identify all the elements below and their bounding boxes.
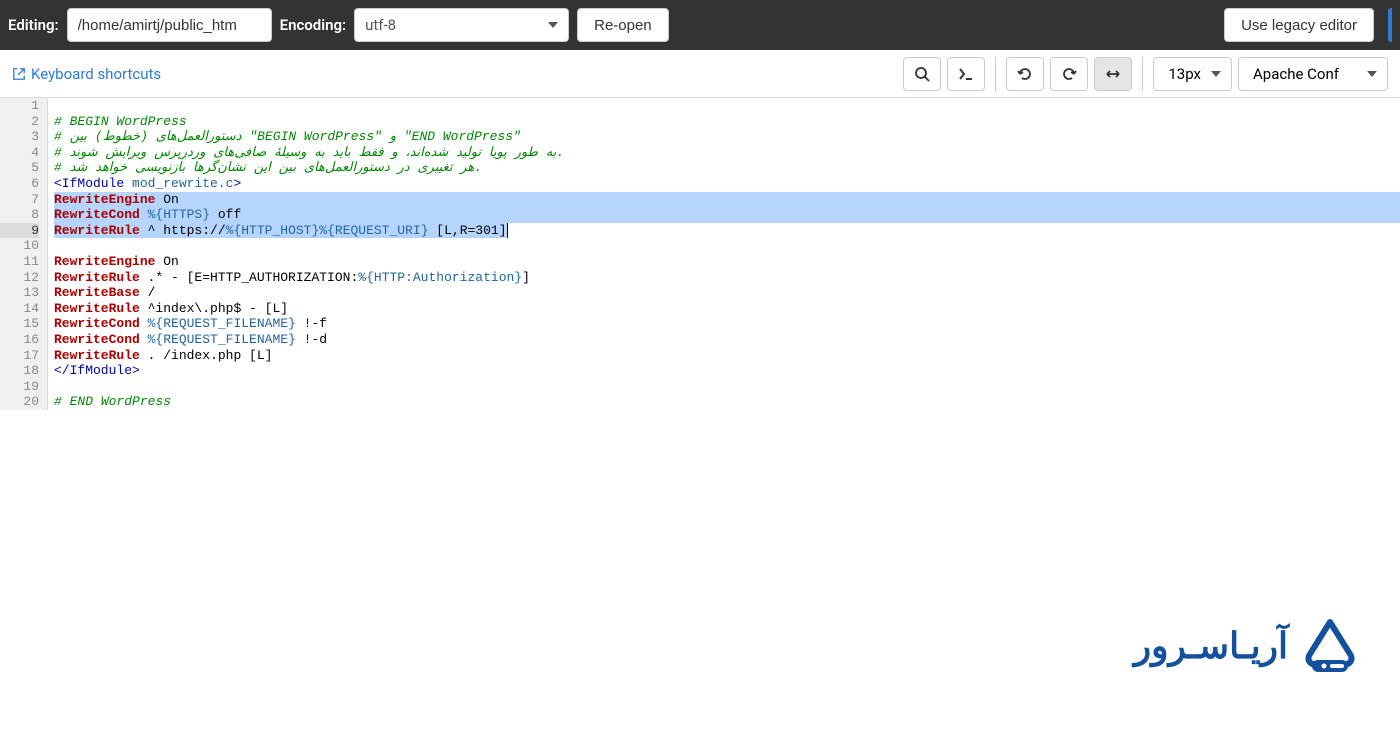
gutter-line-number: 15 (0, 316, 39, 332)
code-line[interactable]: # به طور پویا تولید شده‌اند، و فقط باید … (54, 145, 1400, 161)
text-cursor (507, 223, 508, 238)
gutter-line-number: 5 (0, 160, 39, 176)
arrows-horizontal-icon (1105, 66, 1121, 82)
chevron-down-icon (1211, 71, 1221, 77)
top-bar: Editing: Encoding: utf-8 Re-open Use leg… (0, 0, 1400, 50)
search-icon (914, 66, 930, 82)
code-line[interactable]: RewriteEngine On (54, 254, 1400, 270)
search-button[interactable] (903, 57, 941, 91)
external-link-icon (12, 67, 26, 81)
font-size-value: 13px (1168, 65, 1201, 83)
gutter-line-number: 7 (0, 192, 39, 208)
code-line[interactable]: RewriteRule .* - [E=HTTP_AUTHORIZATION:%… (54, 270, 1400, 286)
editing-label: Editing: (8, 16, 59, 34)
code-line[interactable]: RewriteRule ^ https://%{HTTP_HOST}%{REQU… (54, 223, 1400, 239)
code-content[interactable]: # BEGIN WordPress # دستورالعمل‌های (خطوط… (48, 98, 1400, 410)
file-path-input[interactable] (67, 8, 272, 42)
gutter-line-number: 8 (0, 207, 39, 223)
watermark-logo-icon (1300, 616, 1360, 676)
separator (1142, 57, 1143, 91)
code-line[interactable]: RewriteEngine On (54, 192, 1400, 208)
encoding-label: Encoding: (280, 16, 347, 34)
line-gutter: 1234567891011121314151617181920 (0, 98, 48, 410)
wrap-button[interactable] (1094, 57, 1132, 91)
gutter-line-number: 3 (0, 129, 39, 145)
separator (995, 57, 996, 91)
redo-button[interactable] (1050, 57, 1088, 91)
gutter-line-number: 9 (0, 223, 39, 239)
save-button-edge[interactable] (1388, 8, 1392, 42)
font-size-select[interactable]: 13px (1153, 57, 1232, 91)
chevron-down-icon (1367, 71, 1377, 77)
keyboard-shortcuts-label: Keyboard shortcuts (31, 65, 161, 83)
code-line[interactable]: <IfModule mod_rewrite.c> (54, 176, 1400, 192)
gutter-line-number: 10 (0, 238, 39, 254)
code-line[interactable]: RewriteBase / (54, 285, 1400, 301)
language-value: Apache Conf (1253, 65, 1339, 83)
code-line[interactable]: RewriteCond %{REQUEST_FILENAME} !-f (54, 316, 1400, 332)
code-line[interactable] (54, 238, 1400, 254)
gutter-line-number: 14 (0, 301, 39, 317)
gutter-line-number: 6 (0, 176, 39, 192)
gutter-line-number: 1 (0, 98, 39, 114)
chevron-down-icon (548, 22, 558, 28)
gutter-line-number: 16 (0, 332, 39, 348)
gutter-line-number: 18 (0, 363, 39, 379)
code-line[interactable]: </IfModule> (54, 363, 1400, 379)
code-line[interactable]: RewriteRule . /index.php [L] (54, 348, 1400, 364)
code-line[interactable] (54, 379, 1400, 395)
encoding-select[interactable]: utf-8 (354, 8, 569, 42)
gutter-line-number: 2 (0, 114, 39, 130)
code-line[interactable]: RewriteCond %{HTTPS} off (54, 207, 1400, 223)
language-select[interactable]: Apache Conf (1238, 57, 1388, 91)
gutter-line-number: 12 (0, 270, 39, 286)
gutter-line-number: 4 (0, 145, 39, 161)
gutter-line-number: 20 (0, 394, 39, 410)
use-legacy-editor-button[interactable]: Use legacy editor (1224, 8, 1374, 42)
code-line[interactable]: # BEGIN WordPress (54, 114, 1400, 130)
undo-button[interactable] (1006, 57, 1044, 91)
code-line[interactable]: # END WordPress (54, 394, 1400, 410)
code-line[interactable]: RewriteCond %{REQUEST_FILENAME} !-d (54, 332, 1400, 348)
encoding-value: utf-8 (365, 16, 396, 34)
keyboard-shortcuts-link[interactable]: Keyboard shortcuts (12, 65, 161, 83)
watermark-text: آریـاسـرور (1134, 625, 1288, 667)
code-line[interactable]: # دستورالعمل‌های (خطوط) بین "BEGIN WordP… (54, 129, 1400, 145)
gutter-line-number: 13 (0, 285, 39, 301)
code-line[interactable] (54, 98, 1400, 114)
code-line[interactable]: RewriteRule ^index\.php$ - [L] (54, 301, 1400, 317)
gutter-line-number: 19 (0, 379, 39, 395)
terminal-button[interactable] (947, 57, 985, 91)
gutter-line-number: 17 (0, 348, 39, 364)
terminal-icon (958, 66, 974, 82)
undo-icon (1017, 66, 1033, 82)
redo-icon (1061, 66, 1077, 82)
reopen-button[interactable]: Re-open (577, 8, 669, 42)
watermark: آریـاسـرور (1134, 616, 1360, 676)
gutter-line-number: 11 (0, 254, 39, 270)
editor-toolbar: Keyboard shortcuts 13px Apache Conf (0, 50, 1400, 98)
code-line[interactable]: # هر تغییری در دستورالعمل‌های بین این نش… (54, 160, 1400, 176)
code-editor[interactable]: 1234567891011121314151617181920 # BEGIN … (0, 98, 1400, 410)
